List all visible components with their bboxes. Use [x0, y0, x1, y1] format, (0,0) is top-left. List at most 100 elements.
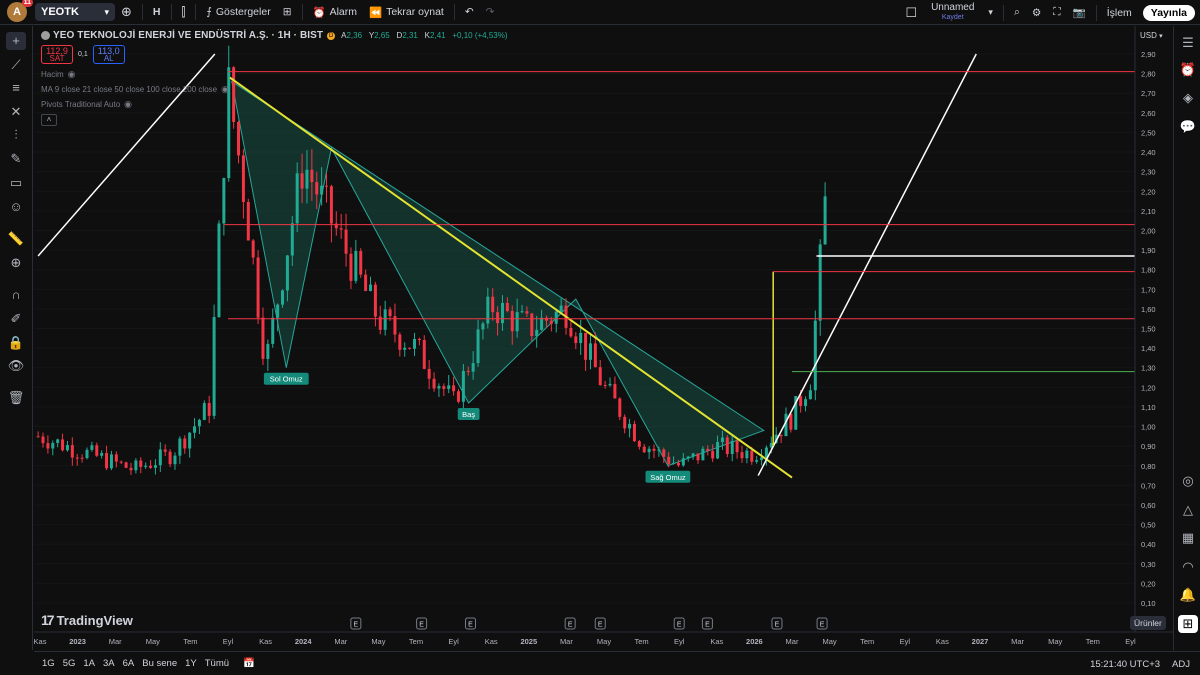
apps-grid-icon[interactable]: ⊞	[1178, 615, 1198, 633]
settings-button[interactable]: ⚙	[1026, 3, 1047, 23]
candle-body	[804, 399, 808, 407]
eye-icon[interactable]: 👁	[6, 357, 26, 375]
tradingview-logo[interactable]: 17 TradingView	[41, 612, 133, 628]
buy-button[interactable]: 113,0 AL	[92, 45, 125, 64]
calendar-icon[interactable]: ▦	[1178, 529, 1198, 547]
smiley-icon[interactable]: ☺	[6, 198, 26, 216]
range-ytd[interactable]: Bu sene	[142, 658, 177, 669]
trade-buttons: 112,9 SAT 0,1 113,0 AL	[41, 45, 512, 64]
eye-icon[interactable]: ◉	[68, 69, 76, 80]
range-6m[interactable]: 6A	[123, 658, 135, 669]
layouts-button[interactable]: ⊞	[277, 2, 298, 22]
candle-body	[241, 155, 245, 202]
fib-icon[interactable]: ≡	[6, 79, 26, 97]
alert-button[interactable]: ⏰ Alarm	[307, 2, 364, 22]
candle-body	[412, 338, 416, 349]
chart-type-button[interactable]: ⫿	[176, 2, 192, 22]
candle-body	[193, 426, 197, 433]
range-3m[interactable]: 3A	[103, 658, 115, 669]
trade-button[interactable]: İşlem	[1101, 3, 1138, 23]
range-all[interactable]: Tümü	[205, 658, 229, 669]
indicator-volume[interactable]: Hacim ◉	[41, 69, 512, 79]
chat-icon[interactable]: 💬	[1178, 118, 1198, 136]
adj-toggle[interactable]: ADJ	[1172, 659, 1190, 670]
replay-button[interactable]: ⏪ Tekrar oynat	[363, 2, 450, 22]
add-symbol-button[interactable]: ⊕	[115, 2, 138, 22]
tv-logo-icon: 17	[41, 612, 55, 628]
interval-button[interactable]: H	[147, 2, 167, 22]
currency-selector[interactable]: USD ▾	[1140, 31, 1163, 40]
range-1m[interactable]: 1A	[83, 658, 95, 669]
broadcast-icon[interactable]: ◠	[1178, 558, 1198, 576]
layout-name-button[interactable]: Unnamed Kaydet	[931, 2, 974, 23]
publish-button[interactable]: Yayınla	[1142, 4, 1195, 21]
range-1y[interactable]: 1Y	[185, 658, 197, 669]
candle-body	[432, 378, 436, 389]
candle-body	[427, 368, 431, 379]
sell-button[interactable]: 112,9 SAT	[41, 45, 73, 64]
eye-icon[interactable]: ◉	[124, 99, 132, 110]
undo-button[interactable]: ↶	[459, 2, 480, 22]
indicators-label: Göstergeler	[215, 6, 271, 18]
time-axis[interactable]: Kas 2023 Mar May Tem Eyl Kas 2024 Mar May Tem Eyl Ka…	[34, 631, 1173, 646]
range-5d[interactable]: 5G	[63, 658, 76, 669]
candle-body	[222, 178, 226, 224]
indicator-ma[interactable]: MA 9 close 21 close 50 close 100 close 2…	[41, 84, 512, 94]
range-1d[interactable]: 1G	[42, 658, 55, 669]
candle-body	[652, 448, 656, 451]
forecast-icon[interactable]: ⫶	[6, 126, 26, 144]
candle-body	[823, 196, 827, 245]
candle-body	[383, 309, 387, 330]
alerts-clock-icon[interactable]: ⏰	[1178, 61, 1198, 79]
price-axis[interactable]: 2,90 2,80 2,70 2,60 2,50 2,40 2,30 2,20 2,10 2,00…	[1134, 26, 1173, 650]
zoom-in-icon[interactable]: ⊕	[6, 254, 26, 272]
candle-body	[530, 313, 534, 337]
candle-body	[139, 460, 143, 467]
ruler-icon[interactable]: 📏	[6, 230, 26, 248]
eye-icon[interactable]: ◉	[221, 84, 229, 95]
collapse-legend-button[interactable]: ˄	[41, 114, 57, 126]
candle-body	[735, 440, 739, 453]
products-button[interactable]: Ürünler	[1130, 616, 1166, 630]
candle-body	[70, 445, 74, 458]
time-tick-label: May	[823, 637, 837, 646]
lock-icon[interactable]: 🔒	[6, 334, 26, 352]
candle-body	[305, 169, 309, 189]
watchlist-icon[interactable]: ☰	[1178, 34, 1198, 52]
fullscreen-button[interactable]: ⛶	[1047, 3, 1066, 23]
indicator-pivots[interactable]: Pivots Traditional Auto ◉	[41, 99, 512, 109]
candle-body	[271, 317, 275, 344]
time-tick-label: Kas	[485, 637, 498, 646]
candle-body	[85, 449, 89, 459]
lock-drawing-icon[interactable]: ✐	[6, 310, 26, 328]
layout-checkbox[interactable]: ☐	[899, 3, 923, 23]
crosshair-icon[interactable]: +	[6, 32, 26, 50]
price-tick-label: 1,90	[1141, 246, 1156, 255]
alarm-clock-icon: ⏰	[312, 6, 326, 19]
date-range-button[interactable]: 📅	[243, 658, 255, 669]
gear-icon: ⚙	[1031, 6, 1042, 19]
symbol-search[interactable]: YEOTK ▾	[35, 3, 115, 21]
trend-line-icon[interactable]: ⟋	[6, 56, 26, 74]
pattern-icon[interactable]: ✕	[6, 103, 26, 121]
layers-icon[interactable]: ◈	[1178, 89, 1198, 107]
user-avatar[interactable]: A 11	[7, 0, 33, 22]
time-tick-label: Mar	[560, 637, 573, 646]
clock-time[interactable]: 15:21:40 UTC+3	[1090, 659, 1160, 670]
magnet-icon[interactable]: ∩	[6, 286, 26, 304]
compass-icon[interactable]: ◎	[1178, 472, 1198, 490]
bell-icon[interactable]: 🔔	[1178, 586, 1198, 604]
trash-icon[interactable]: 🗑	[6, 389, 26, 407]
snapshot-button[interactable]: 📷	[1067, 3, 1092, 23]
text-note-icon[interactable]: ▭	[6, 174, 26, 192]
symbol-title[interactable]: YEO TEKNOLOJİ ENERJİ VE ENDÜSTRİ A.Ş. · …	[53, 30, 323, 41]
quick-search-button[interactable]: ⌕	[1008, 3, 1026, 23]
chart-dropdown-button[interactable]: ▾	[982, 3, 999, 23]
indicators-button[interactable]: ⨍ Göstergeler	[200, 2, 276, 22]
event-marker-label: E	[820, 622, 825, 629]
candle-body	[173, 455, 177, 465]
brush-icon[interactable]: ✎	[6, 150, 26, 168]
redo-button[interactable]: ↷	[480, 2, 501, 22]
candle-body	[129, 467, 133, 471]
ideas-icon[interactable]: △	[1178, 501, 1198, 519]
